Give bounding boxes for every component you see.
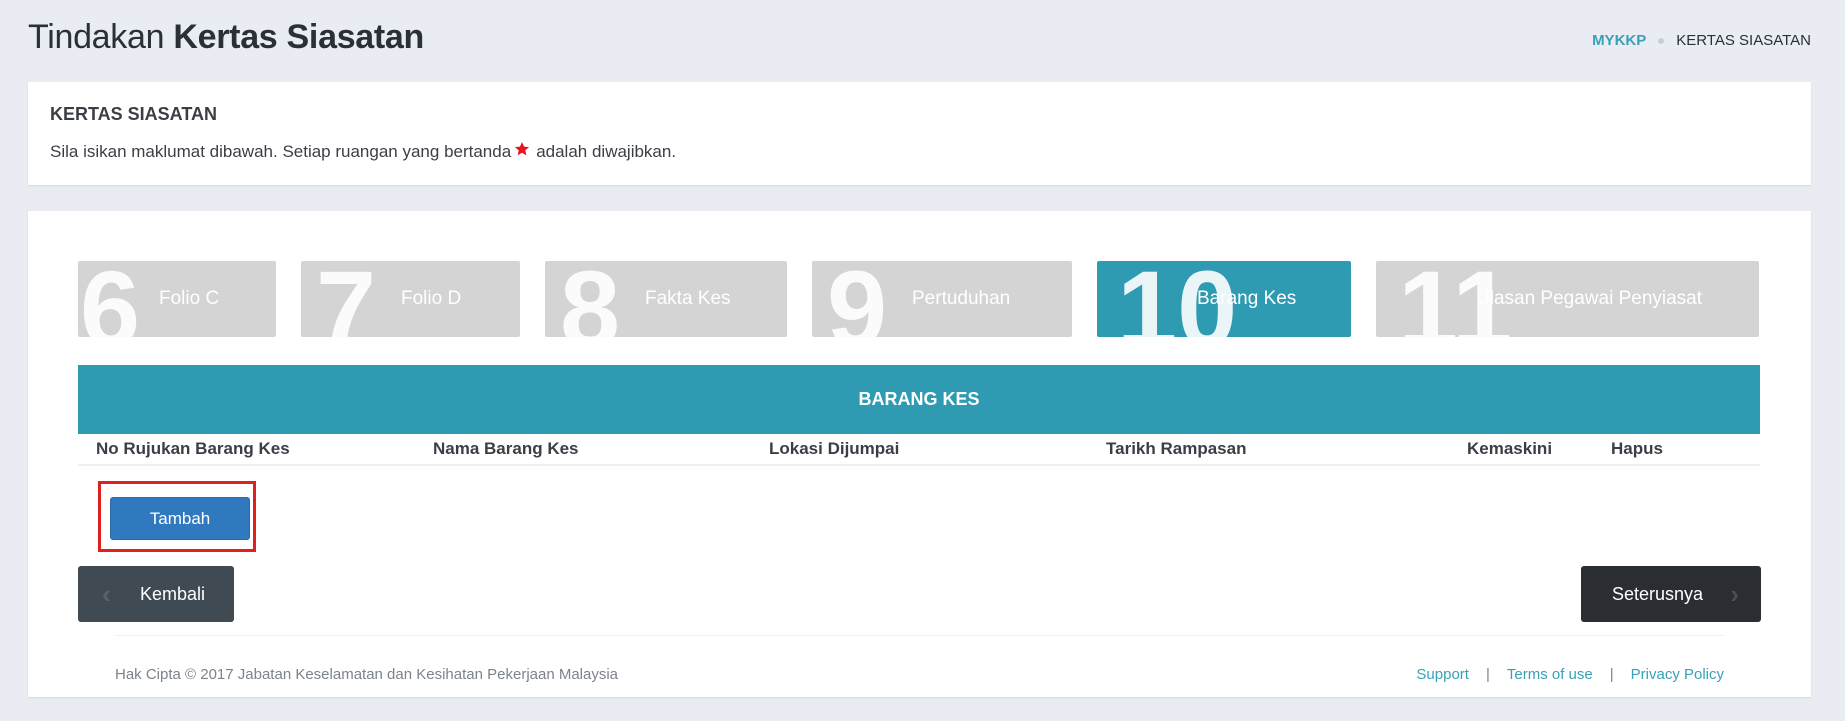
add-record-button[interactable]: Tambah Maklumat: [110, 497, 250, 569]
step-label: Folio D: [401, 288, 462, 309]
step-ulasan-pegawai[interactable]: 11 Ulasan Pegawai Penyiasat: [1376, 261, 1759, 337]
step-label: Fakta Kes: [645, 288, 731, 309]
chevron-right-icon: ›: [1730, 579, 1739, 609]
footer-links: Support | Terms of use | Privacy Policy: [1416, 666, 1724, 683]
step-fakta-kes[interactable]: 8 Fakta Kes: [545, 261, 787, 337]
info-text-before: Sila isikan maklumat dibawah. Setiap rua…: [50, 141, 512, 161]
step-number: 9: [827, 261, 888, 337]
column-header: Kemaskini: [1467, 439, 1553, 458]
info-panel: KERTAS SIASATAN Sila isikan maklumat dib…: [28, 82, 1811, 185]
star-icon: [514, 141, 530, 162]
column-header: Nama Barang Kes: [433, 439, 579, 458]
step-number: 8: [560, 261, 621, 337]
step-pertuduhan[interactable]: 9 Pertuduhan: [812, 261, 1072, 337]
step-folio-d[interactable]: 7 Folio D: [301, 261, 520, 337]
wizard-steps: 6 Folio C 7 Folio D 8 Fakta Kes 9 Pertud…: [78, 261, 1759, 337]
column-header: Lokasi Dijumpai: [769, 439, 900, 458]
column-header: Hapus: [1611, 439, 1663, 458]
next-button[interactable]: Seterusnya ›: [1581, 566, 1761, 622]
next-button-label: Seterusnya: [1612, 584, 1704, 604]
breadcrumb-home-link[interactable]: MYKKP: [1592, 32, 1646, 49]
back-button[interactable]: ‹ Kembali: [78, 566, 234, 622]
page-title-bold: Kertas Siasatan: [173, 18, 425, 56]
table-header-row: No Rujukan Barang Kes Nama Barang Kes Lo…: [78, 434, 1760, 466]
step-folio-c[interactable]: 6 Folio C: [78, 261, 276, 337]
breadcrumb: MYKKP KERTAS SIASATAN: [1592, 32, 1811, 49]
page-title-light: Tindakan: [28, 18, 165, 56]
step-barang-kes[interactable]: 10 Barang Kes: [1097, 261, 1351, 337]
back-button-label: Kembali: [140, 584, 206, 604]
breadcrumb-separator-dot: [1658, 37, 1665, 44]
page-header: Tindakan Kertas Siasatan MYKKP KERTAS SI…: [28, 14, 1811, 64]
page-title: Tindakan Kertas Siasatan: [28, 14, 1811, 60]
copyright-text: Hak Cipta © 2017 Jabatan Keselamatan dan…: [115, 666, 619, 683]
step-number: 7: [316, 261, 377, 337]
terms-of-use-link[interactable]: Terms of use: [1507, 666, 1593, 683]
support-link[interactable]: Support: [1416, 666, 1469, 683]
step-label: Barang Kes: [1197, 288, 1297, 309]
info-text-after: adalah diwajibkan.: [536, 141, 677, 161]
step-label: Pertuduhan: [912, 288, 1011, 309]
breadcrumb-current: KERTAS SIASATAN: [1676, 32, 1811, 49]
main-panel: 6 Folio C 7 Folio D 8 Fakta Kes 9 Pertud…: [28, 211, 1811, 697]
info-title: KERTAS SIASATAN: [50, 104, 218, 124]
table-title: BARANG KES: [78, 365, 1760, 434]
privacy-policy-link[interactable]: Privacy Policy: [1631, 666, 1724, 683]
column-header: No Rujukan Barang Kes: [96, 439, 290, 458]
footer-separator: |: [1609, 666, 1614, 683]
chevron-left-icon: ‹: [102, 579, 111, 609]
step-label: Ulasan Pegawai Penyiasat: [1476, 288, 1703, 309]
footer-separator: |: [1485, 666, 1490, 683]
column-header: Tarikh Rampasan: [1106, 439, 1247, 458]
footer-divider: [115, 635, 1724, 636]
step-label: Folio C: [159, 288, 220, 309]
step-number: 6: [80, 261, 141, 337]
info-text: Sila isikan maklumat dibawah. Setiap rua…: [50, 141, 676, 162]
